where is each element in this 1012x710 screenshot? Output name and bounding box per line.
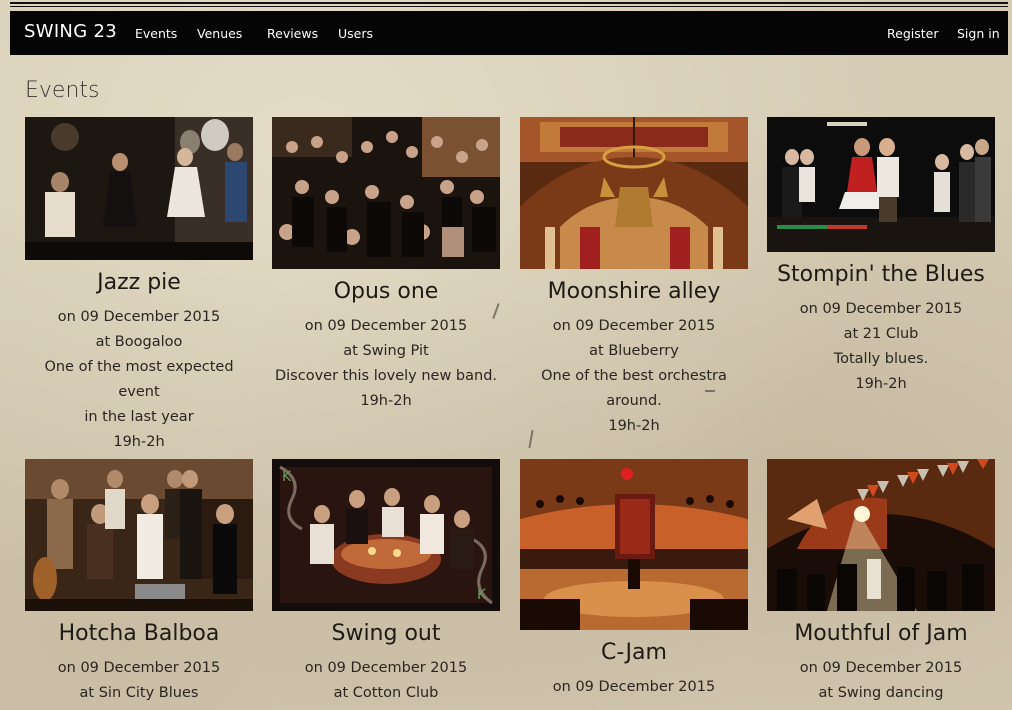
event-time: 19h-2h [608, 418, 660, 434]
event-title[interactable]: Hotcha Balboa [25, 621, 253, 646]
event-description: Discover this lovely new band. [274, 368, 498, 384]
svg-text:K: K [477, 587, 487, 603]
event-venue: at Blueberry [589, 343, 679, 359]
page-title: Events [25, 78, 100, 103]
event-time: 19h-2h [855, 376, 907, 392]
event-title[interactable]: Opus one [272, 279, 500, 304]
event-image[interactable]: K K [272, 459, 500, 611]
event-venue: at Sin City Blues [79, 685, 199, 701]
event-image[interactable] [767, 459, 995, 611]
event-venue: at Swing Pit [343, 343, 429, 359]
event-venue: at Swing dancing [818, 685, 944, 701]
event-card: Stompin' the Blues on 09 December 2015 a… [767, 117, 995, 397]
nav-reviews[interactable]: Reviews [267, 26, 318, 41]
top-rule [10, 2, 1008, 4]
event-card: Mouthful of Jam on 09 December 2015 at S… [767, 459, 995, 706]
event-date: on 09 December 2015 [799, 301, 963, 317]
event-date: on 09 December 2015 [304, 660, 468, 676]
navbar: SWING 23 Events Venues Reviews Users Reg… [10, 11, 1008, 55]
event-title[interactable]: Stompin' the Blues [767, 262, 995, 287]
event-time: 19h-2h [360, 393, 412, 409]
nav-sign-in[interactable]: Sign in [957, 26, 1000, 41]
nav-users[interactable]: Users [338, 26, 373, 41]
event-description-cont: in the last year [84, 409, 194, 425]
brand-logo[interactable]: SWING 23 [24, 21, 117, 42]
event-image[interactable] [25, 117, 253, 260]
nav-venues[interactable]: Venues [197, 26, 242, 41]
event-card: K K Swing out on 09 December 2015 at Cot… [272, 459, 500, 706]
event-description-cont: around. [606, 393, 662, 409]
event-date: on 09 December 2015 [57, 660, 221, 676]
event-card: Hotcha Balboa on 09 December 2015 at Sin… [25, 459, 253, 706]
event-image[interactable] [272, 117, 500, 269]
event-venue: at Cotton Club [333, 685, 439, 701]
event-title[interactable]: Moonshire alley [520, 279, 748, 304]
event-date: on 09 December 2015 [57, 309, 221, 325]
event-card: Moonshire alley on 09 December 2015 at B… [520, 117, 748, 439]
event-date: on 09 December 2015 [552, 318, 716, 334]
event-date: on 09 December 2015 [799, 660, 963, 676]
event-title[interactable]: Mouthful of Jam [767, 621, 995, 646]
event-venue: at Boogaloo [95, 334, 183, 350]
event-description: One of the most expected event [44, 359, 234, 400]
event-card: C-Jam on 09 December 2015 [520, 459, 748, 700]
event-venue: at 21 Club [843, 326, 919, 342]
nav-events[interactable]: Events [135, 26, 177, 41]
event-image[interactable] [520, 459, 748, 630]
top-rule-thin [10, 6, 1008, 7]
event-title[interactable]: C-Jam [520, 640, 748, 665]
nav-register[interactable]: Register [887, 26, 938, 41]
event-description: Totally blues. [833, 351, 929, 367]
event-image[interactable] [520, 117, 748, 269]
event-card: Opus one on 09 December 2015 at Swing Pi… [272, 117, 500, 414]
svg-text:K: K [282, 469, 292, 485]
event-image[interactable] [767, 117, 995, 252]
event-date: on 09 December 2015 [304, 318, 468, 334]
event-time: 19h-2h [113, 434, 165, 450]
event-date: on 09 December 2015 [552, 679, 716, 695]
event-title[interactable]: Jazz pie [25, 270, 253, 295]
event-card: Jazz pie on 09 December 2015 at Boogaloo… [25, 117, 253, 455]
event-description: One of the best orchestra [541, 368, 727, 384]
event-title[interactable]: Swing out [272, 621, 500, 646]
event-image[interactable] [25, 459, 253, 611]
